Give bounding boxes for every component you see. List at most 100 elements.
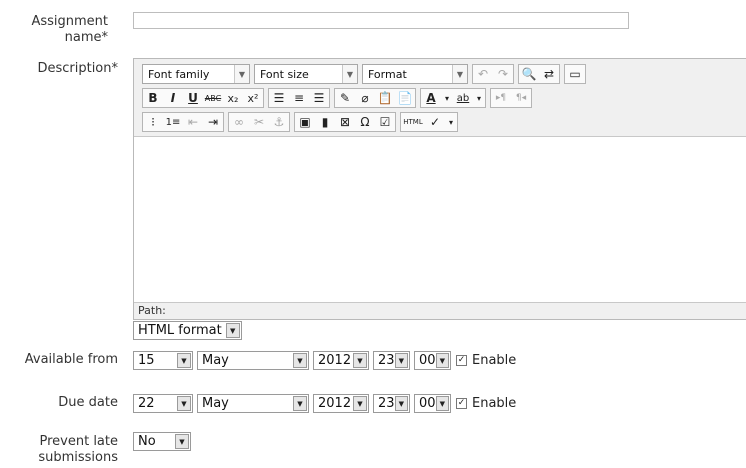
chevron-down-icon: ▼ bbox=[394, 353, 408, 368]
unlink-icon[interactable]: ✂ bbox=[249, 112, 269, 132]
text-format-select[interactable]: HTML format ▼ bbox=[133, 321, 242, 340]
description-label: Description* bbox=[37, 61, 118, 76]
due-date-enable-label: Enable bbox=[472, 396, 517, 411]
align-center-icon[interactable]: ≡ bbox=[289, 88, 309, 108]
available-from-year-select[interactable]: 2012 ▼ bbox=[313, 351, 369, 370]
font-size-value: Font size bbox=[260, 67, 309, 81]
color-group: A ▾ ab ▾ bbox=[420, 88, 486, 108]
chevron-down-icon[interactable]: ▾ bbox=[441, 88, 453, 108]
alignment-group: ☰ ≡ ☰ bbox=[268, 88, 330, 108]
available-from-month-select[interactable]: May ▼ bbox=[197, 351, 309, 370]
media-icon[interactable]: ▮ bbox=[315, 112, 335, 132]
available-from-hour-value: 23 bbox=[378, 353, 395, 368]
text-color-icon[interactable]: A bbox=[421, 88, 441, 108]
chevron-down-icon: ▼ bbox=[435, 396, 449, 411]
indent-icon[interactable]: ⇥ bbox=[203, 112, 223, 132]
paste-word-icon[interactable]: 📄 bbox=[395, 88, 415, 108]
editor-toolbar-row-3: ⁝ 1≡ ⇤ ⇥ ∞ ✂ ⚓ ▣ ▮ ⊠ Ω ☑ HTML ✓ ▾ bbox=[142, 111, 462, 133]
chevron-down-icon[interactable]: ▾ bbox=[473, 88, 485, 108]
link-group: ∞ ✂ ⚓ bbox=[228, 112, 290, 132]
chevron-down-icon: ▼ bbox=[293, 353, 307, 368]
due-date-year-select[interactable]: 2012 ▼ bbox=[313, 394, 369, 413]
find-replace-icon[interactable]: ⇄ bbox=[539, 64, 559, 84]
anchor-icon[interactable]: ⚓ bbox=[269, 112, 289, 132]
paste-text-icon[interactable]: 📋 bbox=[375, 88, 395, 108]
html-icon[interactable]: HTML bbox=[401, 112, 425, 132]
chevron-down-icon: ▼ bbox=[435, 353, 449, 368]
text-format-value: HTML format bbox=[138, 323, 222, 338]
chevron-down-icon: ▼ bbox=[342, 65, 357, 83]
align-left-icon[interactable]: ☰ bbox=[269, 88, 289, 108]
chevron-down-icon: ▼ bbox=[394, 396, 408, 411]
chevron-down-icon: ▼ bbox=[234, 65, 249, 83]
subscript-icon[interactable]: x₂ bbox=[223, 88, 243, 108]
editor-path-label: Path: bbox=[138, 304, 166, 317]
fullscreen-icon[interactable]: ▭ bbox=[565, 64, 585, 84]
assignment-name-label: Assignment name* bbox=[31, 14, 108, 45]
chevron-down-icon: ▼ bbox=[177, 396, 191, 411]
spellcheck-icon[interactable]: ✓ bbox=[425, 112, 445, 132]
align-right-icon[interactable]: ☰ bbox=[309, 88, 329, 108]
emoticon-icon[interactable]: ☑ bbox=[375, 112, 395, 132]
undo-icon[interactable]: ↶ bbox=[473, 64, 493, 84]
due-date-hour-value: 23 bbox=[378, 396, 395, 411]
due-date-label: Due date bbox=[58, 395, 118, 410]
description-editor: Font family ▼ Font size ▼ Format ▼ ↶ ↷ 🔍… bbox=[133, 58, 746, 320]
image-icon[interactable]: ▣ bbox=[295, 112, 315, 132]
italic-icon[interactable]: I bbox=[163, 88, 183, 108]
chevron-down-icon: ▼ bbox=[177, 353, 191, 368]
chevron-down-icon[interactable]: ▾ bbox=[445, 112, 457, 132]
nonbreaking-icon[interactable]: ⊠ bbox=[335, 112, 355, 132]
list-group: ⁝ 1≡ ⇤ ⇥ bbox=[142, 112, 224, 132]
available-from-month-value: May bbox=[202, 353, 229, 368]
insert-group: ▣ ▮ ⊠ Ω ☑ bbox=[294, 112, 396, 132]
outdent-icon[interactable]: ⇤ bbox=[183, 112, 203, 132]
superscript-icon[interactable]: x² bbox=[243, 88, 263, 108]
undo-redo-group: ↶ ↷ bbox=[472, 64, 514, 84]
fullscreen-group: ▭ bbox=[564, 64, 586, 84]
available-from-hour-select[interactable]: 23 ▼ bbox=[373, 351, 410, 370]
due-date-day-value: 22 bbox=[138, 396, 155, 411]
available-from-day-select[interactable]: 15 ▼ bbox=[133, 351, 193, 370]
font-family-select[interactable]: Font family ▼ bbox=[142, 64, 250, 84]
charmap-icon[interactable]: Ω bbox=[355, 112, 375, 132]
available-from-minute-select[interactable]: 00 ▼ bbox=[414, 351, 451, 370]
chevron-down-icon: ▼ bbox=[225, 323, 240, 338]
available-from-year-value: 2012 bbox=[318, 353, 352, 368]
underline-icon[interactable]: U bbox=[183, 88, 203, 108]
editor-content-area[interactable] bbox=[134, 136, 746, 303]
available-from-enable-label: Enable bbox=[472, 353, 517, 368]
due-date-year-value: 2012 bbox=[318, 396, 352, 411]
available-from-day-value: 15 bbox=[138, 353, 155, 368]
bullet-list-icon[interactable]: ⁝ bbox=[143, 112, 163, 132]
highlight-color-icon[interactable]: ab bbox=[453, 88, 473, 108]
link-icon[interactable]: ∞ bbox=[229, 112, 249, 132]
due-date-month-select[interactable]: May ▼ bbox=[197, 394, 309, 413]
cleanup-icon[interactable]: ✎ bbox=[335, 88, 355, 108]
due-date-enable-checkbox[interactable]: ✓ bbox=[456, 398, 467, 409]
available-from-label: Available from bbox=[24, 352, 118, 367]
redo-icon[interactable]: ↷ bbox=[493, 64, 513, 84]
available-from-minute-value: 00 bbox=[419, 353, 436, 368]
chevron-down-icon: ▼ bbox=[452, 65, 467, 83]
ltr-icon[interactable]: ▸¶ bbox=[491, 88, 511, 108]
prevent-late-value: No bbox=[138, 434, 156, 449]
remove-format-icon[interactable]: ⌀ bbox=[355, 88, 375, 108]
strikethrough-icon[interactable]: ABC bbox=[203, 88, 223, 108]
editor-toolbar-row-2: B I U ABC x₂ x² ☰ ≡ ☰ ✎ ⌀ 📋 📄 A ▾ ab ▾ ▸… bbox=[142, 87, 536, 109]
format-value: Format bbox=[368, 67, 407, 81]
format-select[interactable]: Format ▼ bbox=[362, 64, 468, 84]
prevent-late-select[interactable]: No ▼ bbox=[133, 432, 191, 451]
bold-icon[interactable]: B bbox=[143, 88, 163, 108]
available-from-enable-checkbox[interactable]: ✓ bbox=[456, 355, 467, 366]
find-icon[interactable]: 🔍 bbox=[519, 64, 539, 84]
numbered-list-icon[interactable]: 1≡ bbox=[163, 112, 183, 132]
due-date-hour-select[interactable]: 23 ▼ bbox=[373, 394, 410, 413]
chevron-down-icon: ▼ bbox=[353, 353, 367, 368]
rtl-icon[interactable]: ¶◂ bbox=[511, 88, 531, 108]
due-date-minute-select[interactable]: 00 ▼ bbox=[414, 394, 451, 413]
chevron-down-icon: ▼ bbox=[353, 396, 367, 411]
assignment-name-input[interactable] bbox=[133, 12, 629, 29]
font-size-select[interactable]: Font size ▼ bbox=[254, 64, 358, 84]
due-date-day-select[interactable]: 22 ▼ bbox=[133, 394, 193, 413]
